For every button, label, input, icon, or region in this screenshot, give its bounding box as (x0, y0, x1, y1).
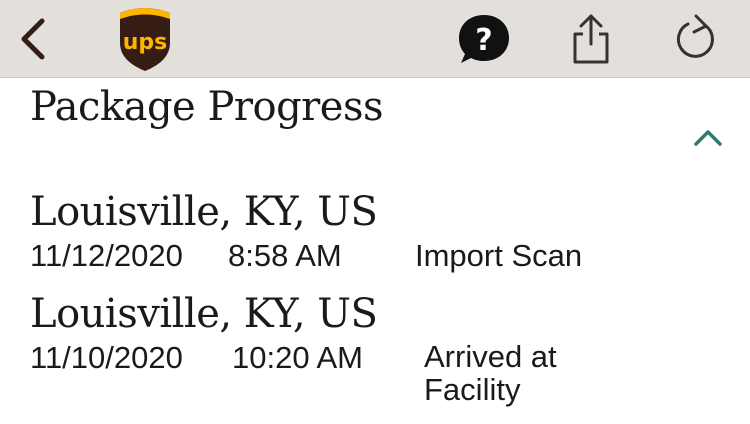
progress-event: Louisville, KY, US 11/10/2020 10:20 AM A… (30, 288, 730, 406)
collapse-button[interactable] (690, 124, 726, 152)
share-icon (573, 14, 609, 63)
back-button[interactable] (8, 0, 58, 77)
refresh-icon (676, 14, 714, 58)
svg-text:?: ? (475, 23, 492, 58)
chevron-left-icon (21, 18, 45, 59)
chevron-up-icon (694, 130, 722, 146)
ups-logo: ups (114, 0, 176, 77)
event-description: Import Scan (415, 238, 583, 273)
help-button[interactable]: ? (454, 0, 514, 77)
progress-event: Louisville, KY, US 11/12/2020 8:58 AM Im… (30, 186, 730, 278)
event-details: 11/12/2020 8:58 AM Import Scan (30, 238, 730, 278)
top-toolbar: ups ? (0, 0, 750, 78)
svg-text:ups: ups (123, 30, 168, 55)
event-date: 11/10/2020 (30, 340, 183, 375)
event-location: Louisville, KY, US (30, 189, 378, 235)
event-time: 8:58 AM (228, 238, 342, 273)
event-time: 10:20 AM (232, 340, 363, 375)
share-button[interactable] (566, 0, 616, 77)
event-location: Louisville, KY, US (30, 291, 378, 337)
ups-shield-icon: ups (120, 7, 170, 71)
page-title: Package Progress (30, 84, 384, 130)
event-details: 11/10/2020 10:20 AM Arrived at Facility (30, 340, 730, 406)
question-bubble-icon: ? (459, 14, 509, 63)
event-description: Arrived at Facility (424, 339, 557, 407)
event-date: 11/12/2020 (30, 238, 183, 273)
refresh-button[interactable] (670, 0, 722, 77)
